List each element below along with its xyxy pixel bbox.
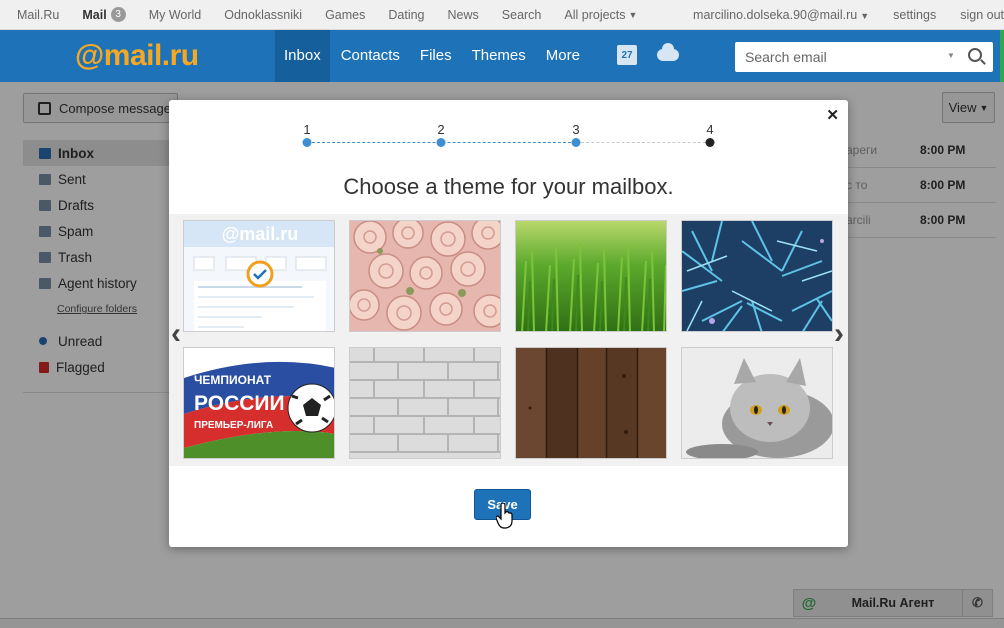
step-number: 4 — [706, 122, 714, 137]
step-progress: 1 2 3 4 — [302, 122, 715, 152]
portal-link-mail-label: Mail — [82, 7, 107, 22]
chevron-down-icon: ▼ — [628, 9, 638, 20]
portal-link-mail[interactable]: Mail 3 — [82, 7, 126, 22]
search-input[interactable] — [735, 42, 935, 72]
chevron-down-icon: ▼ — [860, 11, 870, 21]
step-dot — [436, 138, 446, 147]
user-email: marcilino.dolseka.90@mail.ru — [693, 8, 858, 22]
portal-link-all-projects[interactable]: All projects ▼ — [564, 8, 637, 22]
cat-theme-preview — [682, 348, 832, 458]
football-theme-preview: ЧЕМПИОНАТ РОССИИ ПРЕМЬЕР-ЛИГА — [184, 348, 334, 458]
football-line2: РОССИИ — [194, 392, 285, 415]
theme-tile-spruce[interactable] — [681, 220, 833, 332]
calendar-icon[interactable]: 27 — [617, 45, 637, 65]
settings-link[interactable]: settings — [893, 8, 936, 22]
nav-files[interactable]: Files — [411, 30, 461, 82]
step-line-pending — [576, 142, 711, 143]
hand-cursor-icon — [496, 503, 513, 529]
scrollbar-edge — [1000, 30, 1004, 82]
theme-picker-dialog: ✕ 1 2 3 4 Choose a theme for your mailbo… — [169, 100, 848, 547]
step-number: 3 — [572, 122, 580, 137]
search-icon[interactable] — [968, 48, 982, 62]
dialog-title: Choose a theme for your mailbox. — [343, 174, 674, 199]
portal-link-mailru[interactable]: Mail.Ru — [17, 8, 59, 22]
sign-out-link[interactable]: sign out — [960, 8, 1004, 22]
nav-themes[interactable]: Themes — [463, 30, 535, 82]
theme-tile-grass[interactable] — [515, 220, 667, 332]
logo-at: @ — [75, 39, 104, 72]
grass-theme-preview — [516, 221, 666, 331]
roses-theme-preview — [350, 221, 500, 331]
spruce-theme-preview — [682, 221, 832, 331]
theme-tile-football[interactable]: ЧЕМПИОНАТ РОССИИ ПРЕМЬЕР-ЛИГА — [183, 347, 335, 459]
portal-link-odnoklassniki[interactable]: Odnoklassniki — [224, 8, 302, 22]
user-email-menu[interactable]: marcilino.dolseka.90@mail.ru ▼ — [693, 8, 869, 22]
close-icon[interactable]: ✕ — [826, 106, 839, 124]
mailru-logo[interactable]: @mail.ru — [75, 39, 199, 73]
portal-link-news[interactable]: News — [448, 8, 479, 22]
default-theme-logo: @mail.ru — [222, 224, 299, 244]
football-line1: ЧЕМПИОНАТ — [194, 373, 272, 387]
nav-inbox[interactable]: Inbox — [275, 30, 330, 82]
theme-tile-default[interactable]: @mail.ru — [183, 220, 335, 332]
previous-arrow-icon[interactable]: ‹ — [165, 316, 187, 354]
theme-tile-cat[interactable] — [681, 347, 833, 459]
next-arrow-icon[interactable]: › — [828, 316, 850, 354]
cloud-icon[interactable] — [657, 43, 679, 61]
theme-tile-wood[interactable] — [515, 347, 667, 459]
brick-theme-preview — [350, 348, 500, 458]
nav-contacts[interactable]: Contacts — [332, 30, 409, 82]
step-number: 1 — [303, 122, 311, 137]
portal-link-my-world[interactable]: My World — [149, 8, 202, 22]
wood-theme-preview — [516, 348, 666, 458]
step-number: 2 — [437, 122, 445, 137]
default-theme-preview: @mail.ru — [184, 221, 334, 331]
portal-link-search[interactable]: Search — [502, 8, 542, 22]
search-options-chevron-icon[interactable]: ▼ — [947, 51, 955, 60]
portal-user-area: marcilino.dolseka.90@mail.ru ▼ settings s… — [693, 0, 1004, 30]
logo-text: mail.ru — [103, 39, 199, 72]
theme-tile-brick[interactable] — [349, 347, 501, 459]
portal-link-games[interactable]: Games — [325, 8, 365, 22]
nav-more[interactable]: More — [537, 30, 589, 82]
theme-tile-roses[interactable] — [349, 220, 501, 332]
all-projects-label: All projects — [564, 7, 626, 22]
portal-link-dating[interactable]: Dating — [388, 8, 424, 22]
step-dot-current — [705, 138, 715, 147]
main-nav: Inbox Contacts Files Themes More — [275, 30, 591, 82]
football-line3: ПРЕМЬЕР-ЛИГА — [194, 420, 273, 431]
mail-header: @mail.ru Inbox Contacts Files Themes Mor… — [0, 30, 1004, 82]
mail-count-badge: 3 — [110, 7, 126, 22]
step-dot — [571, 138, 581, 147]
step-dot — [302, 138, 312, 147]
search-box: ▼ — [735, 42, 993, 72]
